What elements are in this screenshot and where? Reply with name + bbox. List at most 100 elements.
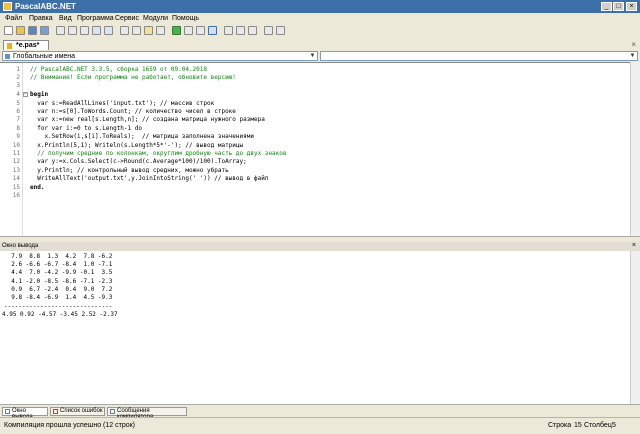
breakpoint-icon[interactable] <box>264 26 273 35</box>
copy-icon[interactable] <box>68 26 77 35</box>
line-number: 16 <box>12 192 20 199</box>
status-message: Компиляция прошла успешно (12 строк) <box>4 422 136 429</box>
undo-icon[interactable] <box>92 26 101 35</box>
output-line: 9.8 -8.4 -6.9 1.4 4.5 -9.3 <box>4 294 113 301</box>
line-number: 14 <box>12 175 20 182</box>
editor-vertical-scrollbar[interactable] <box>630 62 640 236</box>
code-line: var n:=s[0].ToWords.Count; // количество… <box>30 108 236 115</box>
compiler-messages-icon <box>110 409 115 414</box>
code-line: // Внимание! Если программа не работает,… <box>30 74 236 81</box>
step-out-icon[interactable] <box>248 26 257 35</box>
minimize-button[interactable]: _ <box>601 2 612 11</box>
line-number: 7 <box>16 116 20 123</box>
indent-icon[interactable] <box>120 26 129 35</box>
line-number-gutter: 1 2 3 4 5 6 7 8 9 10 11 12 13 14 15 16 <box>0 63 23 237</box>
close-tab-icon[interactable]: × <box>631 40 636 49</box>
find-icon[interactable] <box>144 26 153 35</box>
line-number: 12 <box>12 158 20 165</box>
tab-output-window[interactable]: Окно вывода <box>2 407 48 420</box>
line-number: 13 <box>12 167 20 174</box>
tab-e-pas[interactable]: *e.pas* <box>3 40 49 50</box>
watch-icon[interactable] <box>276 26 285 35</box>
stop-icon[interactable] <box>196 26 205 35</box>
output-separator: ------------------------------ <box>4 303 113 310</box>
maximize-button[interactable]: □ <box>613 2 624 11</box>
output-line: 2.6 -6.6 -6.7 -8.4 1.0 -7.1 <box>4 261 113 268</box>
paste-icon[interactable] <box>80 26 89 35</box>
compile-icon[interactable] <box>208 26 217 35</box>
code-line: y.Println; // контрольный вывод средних,… <box>30 167 229 174</box>
error-list-icon <box>53 409 58 414</box>
status-bar: Компиляция прошла успешно (12 строк) Стр… <box>0 417 640 434</box>
line-number: 4 <box>16 91 20 98</box>
menu-file[interactable]: Файл <box>5 15 22 22</box>
menu-help[interactable]: Помощь <box>172 15 199 22</box>
toolbar <box>0 24 640 39</box>
row-label: Строка <box>548 422 572 429</box>
scope-value: Глобальные имена <box>13 53 76 60</box>
close-panel-icon[interactable]: × <box>632 242 636 249</box>
scope-dropdown[interactable]: Глобальные имена ▼ <box>2 51 318 61</box>
namespace-icon <box>5 54 10 59</box>
navigation-bar: Глобальные имена ▼ ▼ <box>0 50 640 62</box>
app-icon <box>3 2 12 11</box>
save-icon[interactable] <box>28 26 37 35</box>
run-icon[interactable] <box>172 26 181 35</box>
member-dropdown[interactable]: ▼ <box>320 51 638 61</box>
title-bar: PascalABC.NET _ □ × <box>0 0 640 13</box>
new-file-icon[interactable] <box>4 26 13 35</box>
code-line: x.Println(5,1); Writeln(s.Length*5*'-');… <box>30 142 244 149</box>
tab-label: *e.pas* <box>16 42 40 49</box>
output-panel-title: Окно вывода <box>2 243 39 249</box>
cut-icon[interactable] <box>56 26 65 35</box>
output-line: 4.95 0.92 -4.57 -3.45 2.52 -2.37 <box>2 311 118 318</box>
output-window-icon <box>5 409 10 414</box>
pascal-file-icon <box>7 43 12 49</box>
menu-service[interactable]: Сервис <box>115 15 139 22</box>
output-line: 4.1 -2.0 -8.5 -8.6 -7.1 -2.3 <box>4 278 113 285</box>
column-value: 5 <box>612 422 616 429</box>
line-number: 5 <box>16 100 20 107</box>
code-line: WriteAllText('output.txt',y.JoinIntoStri… <box>30 175 269 182</box>
menu-view[interactable]: Вид <box>59 15 72 22</box>
tab-label: Список ошибок <box>60 408 103 414</box>
tab-compiler-messages[interactable]: Сообщения компилятора <box>107 407 187 420</box>
menu-modules[interactable]: Модули <box>143 15 168 22</box>
outdent-icon[interactable] <box>132 26 141 35</box>
open-folder-icon[interactable] <box>16 26 25 35</box>
step-into-icon[interactable] <box>224 26 233 35</box>
menu-edit[interactable]: Правка <box>29 15 53 22</box>
bottom-tab-strip: Окно вывода Список ошибок Сообщения комп… <box>0 404 640 420</box>
code-line: // PascalABC.NET 3.3.5, сборка 1659 от 0… <box>30 66 208 73</box>
output-line: 7.9 8.8 1.3 4.2 7.8 -6.2 <box>4 253 113 260</box>
line-number: 6 <box>16 108 20 115</box>
output-line: 0.9 6.7 -2.4 0.4 9.0 7.2 <box>4 286 113 293</box>
code-line: end. <box>30 184 45 191</box>
line-number: 8 <box>16 125 20 132</box>
output-line: 4.4 7.0 -4.2 -9.9 -0.1 3.5 <box>4 269 113 276</box>
debug-run-icon[interactable] <box>184 26 193 35</box>
window-title: PascalABC.NET <box>15 2 76 11</box>
output-window[interactable]: 7.9 8.8 1.3 4.2 7.8 -6.2 2.6 -6.6 -6.7 -… <box>0 251 630 404</box>
menu-program[interactable]: Программа <box>77 15 114 22</box>
close-button[interactable]: × <box>626 2 637 11</box>
line-number: 9 <box>16 133 20 140</box>
line-number: 10 <box>12 142 20 149</box>
column-label: Столбец <box>584 422 612 429</box>
output-vertical-scrollbar[interactable] <box>630 251 640 404</box>
line-number: 3 <box>16 82 20 89</box>
line-number: 11 <box>12 150 20 157</box>
line-number: 15 <box>12 184 20 191</box>
code-editor[interactable]: 1 2 3 4 5 6 7 8 9 10 11 12 13 14 15 16 −… <box>0 62 630 237</box>
redo-icon[interactable] <box>104 26 113 35</box>
chevron-down-icon: ▼ <box>309 53 316 59</box>
tab-error-list[interactable]: Список ошибок <box>50 407 105 416</box>
code-line: // получим средние по колонкам, округлим… <box>30 150 287 157</box>
row-value: 15 <box>574 422 582 429</box>
code-line: var s:=ReadAllLines('input.txt'); // мас… <box>30 100 215 107</box>
format-icon[interactable] <box>156 26 165 35</box>
line-number: 2 <box>16 74 20 81</box>
fold-toggle-icon[interactable]: − <box>23 92 28 97</box>
save-all-icon[interactable] <box>40 26 49 35</box>
step-over-icon[interactable] <box>236 26 245 35</box>
